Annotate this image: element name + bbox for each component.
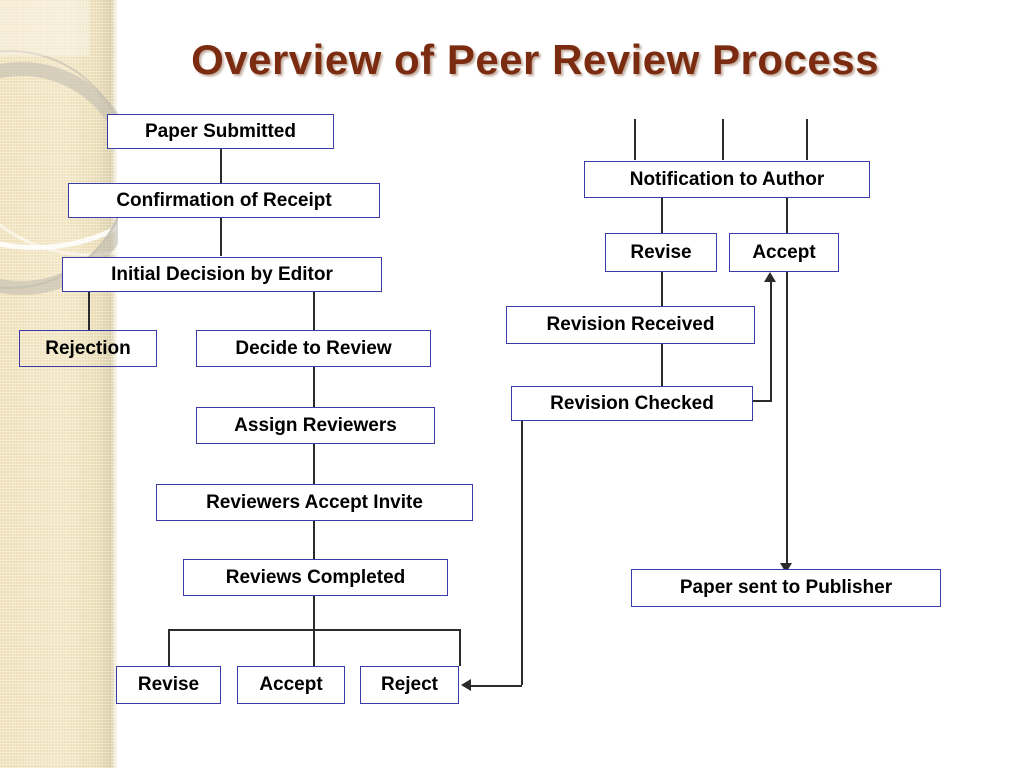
connector-notification-to-revise	[661, 198, 663, 233]
node-revise-right[interactable]: Revise	[605, 233, 717, 272]
node-decide-to-review[interactable]: Decide to Review	[196, 330, 431, 367]
connector-revise-to-revision-received	[661, 272, 663, 306]
node-decide-to-review-label: Decide to Review	[235, 337, 392, 359]
node-revision-checked-label: Revision Checked	[550, 392, 714, 414]
connector-stub-reject-to-notification	[806, 119, 808, 160]
connector-accept-to-publisher	[786, 272, 788, 569]
node-confirmation-of-receipt-label: Confirmation of Receipt	[116, 189, 332, 211]
node-initial-decision-by-editor-label: Initial Decision by Editor	[111, 263, 333, 285]
connector-bus-to-accept	[313, 629, 315, 666]
node-accept-right-label: Accept	[752, 241, 816, 263]
decorative-sidebar	[0, 0, 118, 768]
node-revise-right-label: Revise	[630, 241, 692, 263]
node-revise-left[interactable]: Revise	[116, 666, 221, 704]
node-revision-received[interactable]: Revision Received	[506, 306, 755, 344]
connector-stub-revise-to-notification	[634, 119, 636, 160]
node-rejection[interactable]: Rejection	[19, 330, 157, 367]
node-notification-to-author-label: Notification to Author	[629, 168, 825, 190]
connector-invite-to-reviews	[313, 521, 315, 559]
node-paper-submitted-label: Paper Submitted	[145, 120, 296, 142]
connector-assign-to-invite	[313, 444, 315, 484]
node-assign-reviewers-label: Assign Reviewers	[234, 414, 397, 436]
node-confirmation-of-receipt[interactable]: Confirmation of Receipt	[68, 183, 380, 218]
connector-checked-to-accept-horizontal	[752, 400, 772, 402]
connector-stub-accept-to-notification	[722, 119, 724, 160]
node-accept-left[interactable]: Accept	[237, 666, 345, 704]
node-paper-sent-to-publisher[interactable]: Paper sent to Publisher	[631, 569, 941, 607]
connector-revision-received-to-checked	[661, 344, 663, 386]
node-revise-left-label: Revise	[137, 674, 200, 695]
connector-paper-to-confirmation	[220, 149, 222, 183]
connector-bus-to-reject	[459, 629, 461, 666]
connector-checked-to-accept-vertical	[770, 281, 772, 401]
node-rejection-label: Rejection	[45, 337, 131, 359]
connector-notification-to-accept	[786, 198, 788, 233]
connector-confirmation-to-initial	[220, 218, 222, 256]
node-reviews-completed-label: Reviews Completed	[225, 566, 406, 588]
node-accept-right[interactable]: Accept	[729, 233, 839, 272]
node-revision-received-label: Revision Received	[546, 314, 715, 335]
arrowhead-up-into-accept-icon	[764, 272, 776, 282]
connector-initial-to-decide	[313, 292, 315, 330]
connector-decide-to-assign	[313, 367, 315, 407]
connector-reviews-to-bus	[313, 596, 315, 629]
node-reviewers-accept-invite-label: Reviewers Accept Invite	[206, 491, 423, 513]
node-notification-to-author[interactable]: Notification to Author	[584, 161, 870, 198]
node-paper-submitted[interactable]: Paper Submitted	[107, 114, 334, 149]
slide-canvas: Overview of Peer Review Process Paper Su…	[0, 0, 1024, 768]
node-reject-left-label: Reject	[380, 674, 439, 695]
connector-checked-to-reject-vertical	[521, 421, 523, 685]
node-reviewers-accept-invite[interactable]: Reviewers Accept Invite	[156, 484, 473, 521]
node-reviews-completed[interactable]: Reviews Completed	[183, 559, 448, 596]
node-paper-sent-to-publisher-label: Paper sent to Publisher	[679, 577, 893, 598]
connector-initial-to-rejection	[88, 292, 90, 330]
node-accept-left-label: Accept	[259, 674, 323, 695]
node-reject-left[interactable]: Reject	[360, 666, 459, 704]
node-revision-checked[interactable]: Revision Checked	[511, 386, 753, 421]
arrowhead-left-into-reject-icon	[461, 679, 471, 691]
sidebar-top-block	[0, 0, 90, 56]
node-initial-decision-by-editor[interactable]: Initial Decision by Editor	[62, 257, 382, 292]
page-title: Overview of Peer Review Process	[191, 36, 879, 83]
node-assign-reviewers[interactable]: Assign Reviewers	[196, 407, 435, 444]
connector-bus-to-revise	[168, 629, 170, 666]
connector-checked-to-reject-horizontal	[471, 685, 522, 687]
